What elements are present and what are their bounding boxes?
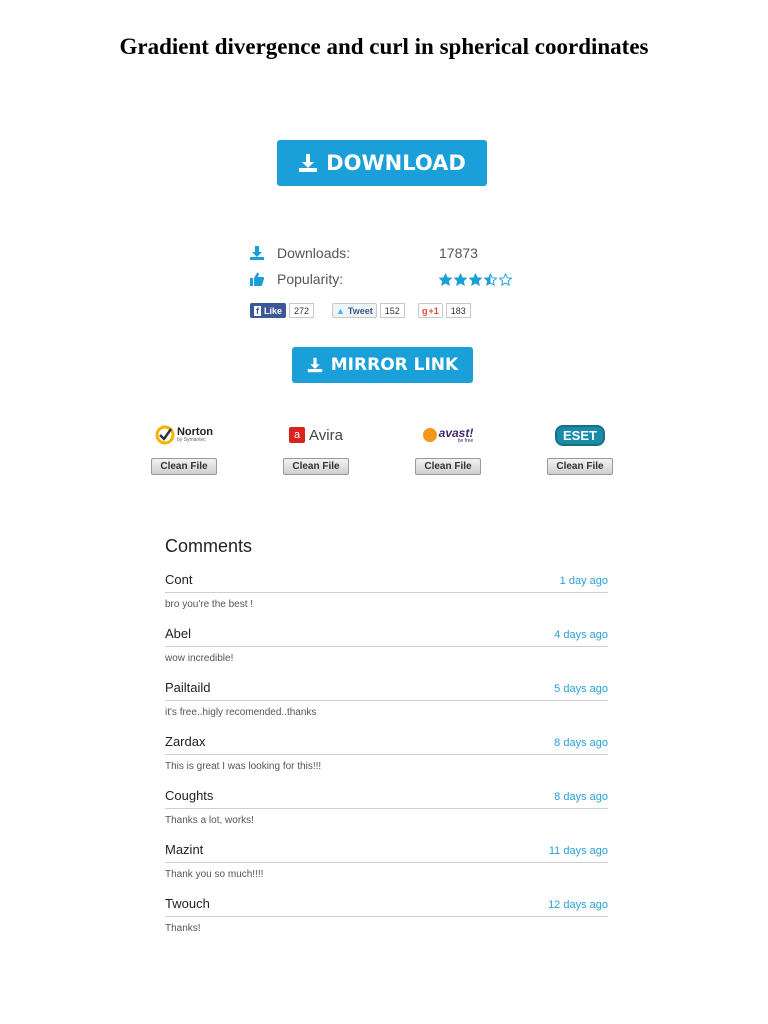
antivirus-eset: ESET Clean File (535, 422, 625, 475)
comment-author[interactable]: Pailtaild (165, 680, 211, 695)
avira-name: Avira (309, 426, 343, 444)
avast-icon (422, 428, 437, 442)
twitter-icon: ▲ Tweet (332, 303, 377, 318)
downloads-row: Downloads: 17873 (250, 240, 550, 266)
page-title: Gradient divergence and curl in spherica… (119, 34, 649, 59)
star-full-icon (469, 272, 482, 286)
star-full-icon (454, 272, 467, 286)
checkmark-icon (155, 425, 175, 445)
comment-text: it's free..higly recomended..thanks (165, 707, 317, 718)
comment-header: Abel 4 days ago (165, 626, 608, 647)
comment-text: bro you're the best ! (165, 599, 254, 610)
comment-time[interactable]: 5 days ago (554, 683, 608, 695)
google-count: 183 (445, 303, 471, 318)
comment-time[interactable]: 4 days ago (554, 629, 608, 641)
comment-item: Twouch 12 days ago Thanks! (165, 896, 608, 950)
comment-time[interactable]: 1 day ago (560, 575, 608, 587)
antivirus-avira: a Avira Clean File (271, 422, 361, 475)
download-icon (307, 357, 322, 373)
popularity-label: Popularity: (277, 271, 344, 287)
comments-title: Comments (165, 536, 253, 556)
popularity-row: Popularity: (250, 266, 550, 292)
eset-name: ESET (555, 424, 605, 446)
comment-text: Thanks a lot, works! (165, 815, 254, 826)
comment-author[interactable]: Mazint (165, 842, 203, 857)
google-plus-icon: g +1 (418, 303, 443, 318)
facebook-count: 272 (289, 303, 315, 318)
comment-author[interactable]: Twouch (165, 896, 210, 911)
comment-header: Cont 1 day ago (165, 572, 608, 593)
stats-panel: Downloads: 17873 Popularity: (250, 240, 550, 292)
mirror-link-label: MIRROR LINK (330, 355, 459, 375)
download-label: DOWNLOAD (326, 151, 466, 175)
comment-header: Zardax 8 days ago (165, 734, 608, 755)
facebook-label: Like (264, 305, 283, 316)
comment-text: Thanks! (165, 923, 201, 934)
google-label: +1 (428, 305, 439, 316)
eset-clean-file-button[interactable]: Clean File (547, 458, 613, 475)
download-count-icon (250, 246, 264, 260)
comment-author[interactable]: Abel (165, 626, 191, 641)
comment-author[interactable]: Cont (165, 572, 192, 587)
comment-time[interactable]: 11 days ago (549, 845, 608, 857)
avira-logo: a Avira (271, 422, 361, 448)
comment-time[interactable]: 12 days ago (548, 899, 608, 911)
comment-item: Cont 1 day ago bro you're the best ! (165, 572, 608, 626)
downloads-label: Downloads: (277, 245, 351, 261)
comment-item: Pailtaild 5 days ago it's free..higly reco… (165, 680, 608, 734)
norton-clean-file-button[interactable]: Clean File (151, 458, 217, 475)
star-empty-icon (499, 272, 512, 286)
avira-icon: a (289, 427, 306, 443)
comment-header: Pailtaild 5 days ago (165, 680, 608, 701)
rating-stars (439, 272, 512, 286)
avast-clean-file-button[interactable]: Clean File (415, 458, 481, 475)
star-half-icon (484, 272, 497, 286)
comment-text: Thank you so much!!!! (165, 869, 264, 880)
comment-header: Mazint 11 days ago (165, 842, 608, 863)
download-icon (299, 154, 318, 172)
comment-time[interactable]: 8 days ago (554, 737, 608, 749)
comment-time[interactable]: 8 days ago (554, 791, 608, 803)
mirror-link-button[interactable]: MIRROR LINK (292, 347, 473, 383)
comment-item: Zardax 8 days ago This is great I was look… (165, 734, 608, 788)
norton-sub: by Symantec (176, 437, 206, 443)
twitter-count: 152 (379, 303, 405, 318)
antivirus-avast: avast! be free Clean File (403, 422, 493, 475)
comment-header: Coughts 8 days ago (165, 788, 608, 809)
antivirus-norton: Norton by Symantec Clean File (139, 422, 229, 475)
avast-logo: avast! be free (403, 422, 493, 448)
comment-list: Cont 1 day ago bro you're the best ! Abel 4 … (165, 572, 608, 950)
comment-item: Abel 4 days ago wow incredible! (165, 626, 608, 680)
avira-clean-file-button[interactable]: Clean File (283, 458, 349, 475)
twitter-tweet[interactable]: ▲ Tweet 152 (332, 303, 405, 318)
norton-logo: Norton by Symantec (139, 422, 229, 448)
comment-item: Coughts 8 days ago Thanks a lot, works! (165, 788, 608, 842)
twitter-label: Tweet (347, 305, 373, 316)
comment-item: Mazint 11 days ago Thank you so much!!!! (165, 842, 608, 896)
downloads-value: 17873 (439, 245, 478, 261)
eset-logo: ESET (535, 422, 625, 448)
comment-author[interactable]: Coughts (165, 788, 213, 803)
comments-section: Comments Cont 1 day ago bro you're the bes… (165, 536, 608, 950)
avast-name: avast! (438, 425, 474, 440)
comment-text: wow incredible! (165, 653, 234, 664)
facebook-like[interactable]: f Like 272 (250, 303, 315, 318)
comment-text: This is great I was looking for this!!! (165, 761, 322, 772)
download-button[interactable]: DOWNLOAD (277, 140, 487, 186)
thumbs-up-icon (250, 272, 264, 286)
facebook-icon: f Like (250, 303, 287, 318)
google-plus-one[interactable]: g +1 183 (418, 303, 471, 318)
comment-author[interactable]: Zardax (165, 734, 205, 749)
comment-header: Twouch 12 days ago (165, 896, 608, 917)
star-full-icon (439, 272, 452, 286)
